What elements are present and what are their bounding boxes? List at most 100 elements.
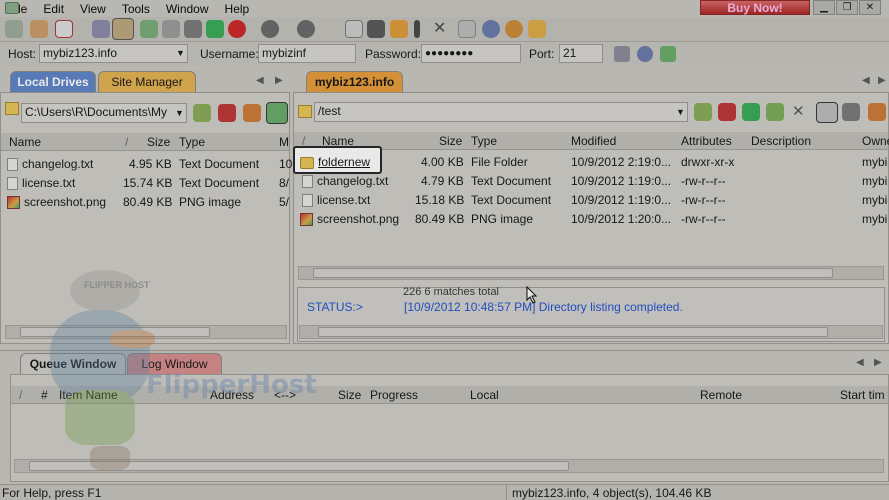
log-horizontal-scrollbar[interactable] — [299, 325, 883, 339]
support-icon[interactable] — [505, 20, 523, 38]
col-size[interactable]: Size — [439, 132, 462, 150]
view-details-icon[interactable] — [816, 102, 838, 123]
tab-local-drives[interactable]: Local Drives — [10, 71, 96, 92]
col-start-time[interactable]: Start tim — [840, 386, 885, 404]
col-description[interactable]: Description — [751, 132, 811, 150]
new-folder-icon[interactable] — [868, 103, 886, 121]
password-input[interactable]: ●●●●●●●● — [421, 44, 521, 63]
col-progress[interactable]: Progress — [370, 386, 418, 404]
delete-folder-icon[interactable] — [218, 104, 236, 122]
file-modified: 10/9/2012 2:19:0... — [571, 155, 672, 169]
menu-edit[interactable]: Edit — [35, 2, 72, 16]
file-modified: 8/ — [279, 176, 290, 190]
sync-icon[interactable] — [162, 20, 180, 38]
table-row[interactable]: screenshot.png 80.49 KB PNG image 5/ — [1, 193, 289, 212]
add-site-icon[interactable] — [660, 46, 676, 62]
username-input[interactable]: mybizinf — [258, 44, 356, 63]
scrollbar-thumb[interactable] — [313, 268, 833, 278]
local-path-select[interactable]: C:\Users\R\Documents\My — [21, 103, 187, 123]
menu-tools[interactable]: Tools — [114, 2, 158, 16]
back-icon[interactable] — [261, 20, 279, 38]
remote-path-select[interactable]: /test — [314, 102, 688, 122]
col-size[interactable]: Size — [147, 133, 170, 151]
tab-site-manager[interactable]: Site Manager — [98, 71, 196, 92]
remote-horizontal-scrollbar[interactable] — [298, 266, 884, 280]
table-row[interactable]: changelog.txt 4.79 KB Text Document 10/9… — [294, 172, 888, 191]
col-name[interactable]: Name — [9, 133, 41, 151]
sync-browse-icon[interactable] — [266, 102, 288, 124]
filter-icon[interactable] — [842, 103, 860, 121]
settings-icon[interactable] — [482, 20, 500, 38]
delete-icon[interactable]: ✕ — [433, 20, 451, 38]
refresh-icon[interactable] — [206, 20, 224, 38]
scrollbar-thumb[interactable] — [318, 327, 828, 337]
close-icon[interactable]: ✕ — [859, 0, 881, 15]
tab-scroll-right-icon[interactable]: ▶ — [275, 75, 283, 86]
file-name: license.txt — [317, 193, 371, 207]
restore-icon[interactable]: ❐ — [836, 0, 858, 15]
options-icon[interactable] — [637, 46, 653, 62]
table-row[interactable]: license.txt 15.74 KB Text Document 8/ — [1, 174, 289, 193]
col-type[interactable]: Type — [471, 132, 497, 150]
quick-connect-icon[interactable] — [614, 46, 630, 62]
col-remote[interactable]: Remote — [700, 386, 742, 404]
table-row[interactable]: foldernew 4.00 KB File Folder 10/9/2012 … — [293, 146, 888, 174]
chevron-down-icon[interactable]: ▼ — [176, 48, 185, 58]
tab-remote-site[interactable]: mybiz123.info — [306, 71, 403, 92]
rename-icon[interactable] — [458, 20, 476, 38]
menu-view[interactable]: View — [72, 2, 114, 16]
wand-icon[interactable] — [30, 20, 48, 38]
minimize-icon[interactable]: ▁ — [813, 0, 835, 15]
new-folder-icon[interactable] — [243, 104, 261, 122]
menu-help[interactable]: Help — [217, 2, 258, 16]
tab-scroll-left-icon[interactable]: ◀ — [856, 357, 864, 368]
print-icon[interactable] — [184, 20, 202, 38]
col-modified[interactable]: Modified — [571, 132, 616, 150]
port-input[interactable]: 21 — [559, 44, 603, 63]
disconnect-icon[interactable] — [112, 18, 134, 40]
table-row[interactable]: screenshot.png 80.49 KB PNG image 10/9/2… — [294, 210, 888, 229]
tab-scroll-right-icon[interactable]: ▶ — [878, 75, 886, 86]
chevron-down-icon[interactable]: ▼ — [175, 108, 184, 118]
col-attributes[interactable]: Attributes — [681, 132, 732, 150]
col-size[interactable]: Size — [338, 386, 361, 404]
connect-icon[interactable] — [5, 20, 23, 38]
refresh-icon[interactable] — [742, 103, 760, 121]
up-folder-icon[interactable] — [694, 103, 712, 121]
tab-scroll-left-icon[interactable]: ◀ — [256, 75, 264, 86]
new-site-icon[interactable] — [55, 20, 73, 38]
shield-icon[interactable] — [528, 20, 546, 38]
folder-icon — [298, 105, 312, 118]
table-row[interactable]: changelog.txt 4.95 KB Text Document 10 — [1, 155, 292, 174]
buy-now-button[interactable]: Buy Now! — [700, 0, 810, 15]
stop-icon[interactable] — [228, 20, 246, 38]
menu-window[interactable]: Window — [158, 2, 217, 16]
transfer-icon[interactable] — [766, 103, 784, 121]
folder-icon — [300, 156, 314, 169]
col-modified[interactable]: M — [279, 133, 289, 151]
remote-panel: /test ▼ ✕ / Name Size Type Modified Attr… — [293, 92, 889, 344]
queue-icon[interactable] — [367, 20, 385, 38]
chevron-down-icon[interactable]: ▼ — [676, 107, 685, 117]
properties-icon[interactable] — [345, 20, 363, 38]
file-type: PNG image — [471, 212, 534, 226]
transfer-icon[interactable] — [140, 20, 158, 38]
text-file-icon — [7, 158, 18, 172]
col-owner[interactable]: Owne — [862, 132, 889, 150]
tab-scroll-left-icon[interactable]: ◀ — [862, 75, 870, 86]
folder-icon[interactable] — [390, 20, 408, 38]
mascot-feet — [90, 446, 130, 470]
up-folder-icon[interactable] — [193, 104, 211, 122]
alert-icon[interactable] — [414, 20, 420, 38]
forward-icon[interactable] — [297, 20, 315, 38]
password-label: Password: — [365, 47, 422, 61]
delete-folder-icon[interactable] — [718, 103, 736, 121]
tab-scroll-right-icon[interactable]: ▶ — [874, 357, 882, 368]
delete-icon[interactable]: ✕ — [792, 103, 810, 121]
table-row[interactable]: license.txt 15.18 KB Text Document 10/9/… — [294, 191, 888, 210]
file-owner: mybi — [862, 212, 888, 226]
col-type[interactable]: Type — [179, 133, 205, 151]
plug-icon[interactable] — [92, 20, 110, 38]
host-input[interactable]: mybiz123.info — [39, 44, 188, 63]
col-local[interactable]: Local — [470, 386, 499, 404]
